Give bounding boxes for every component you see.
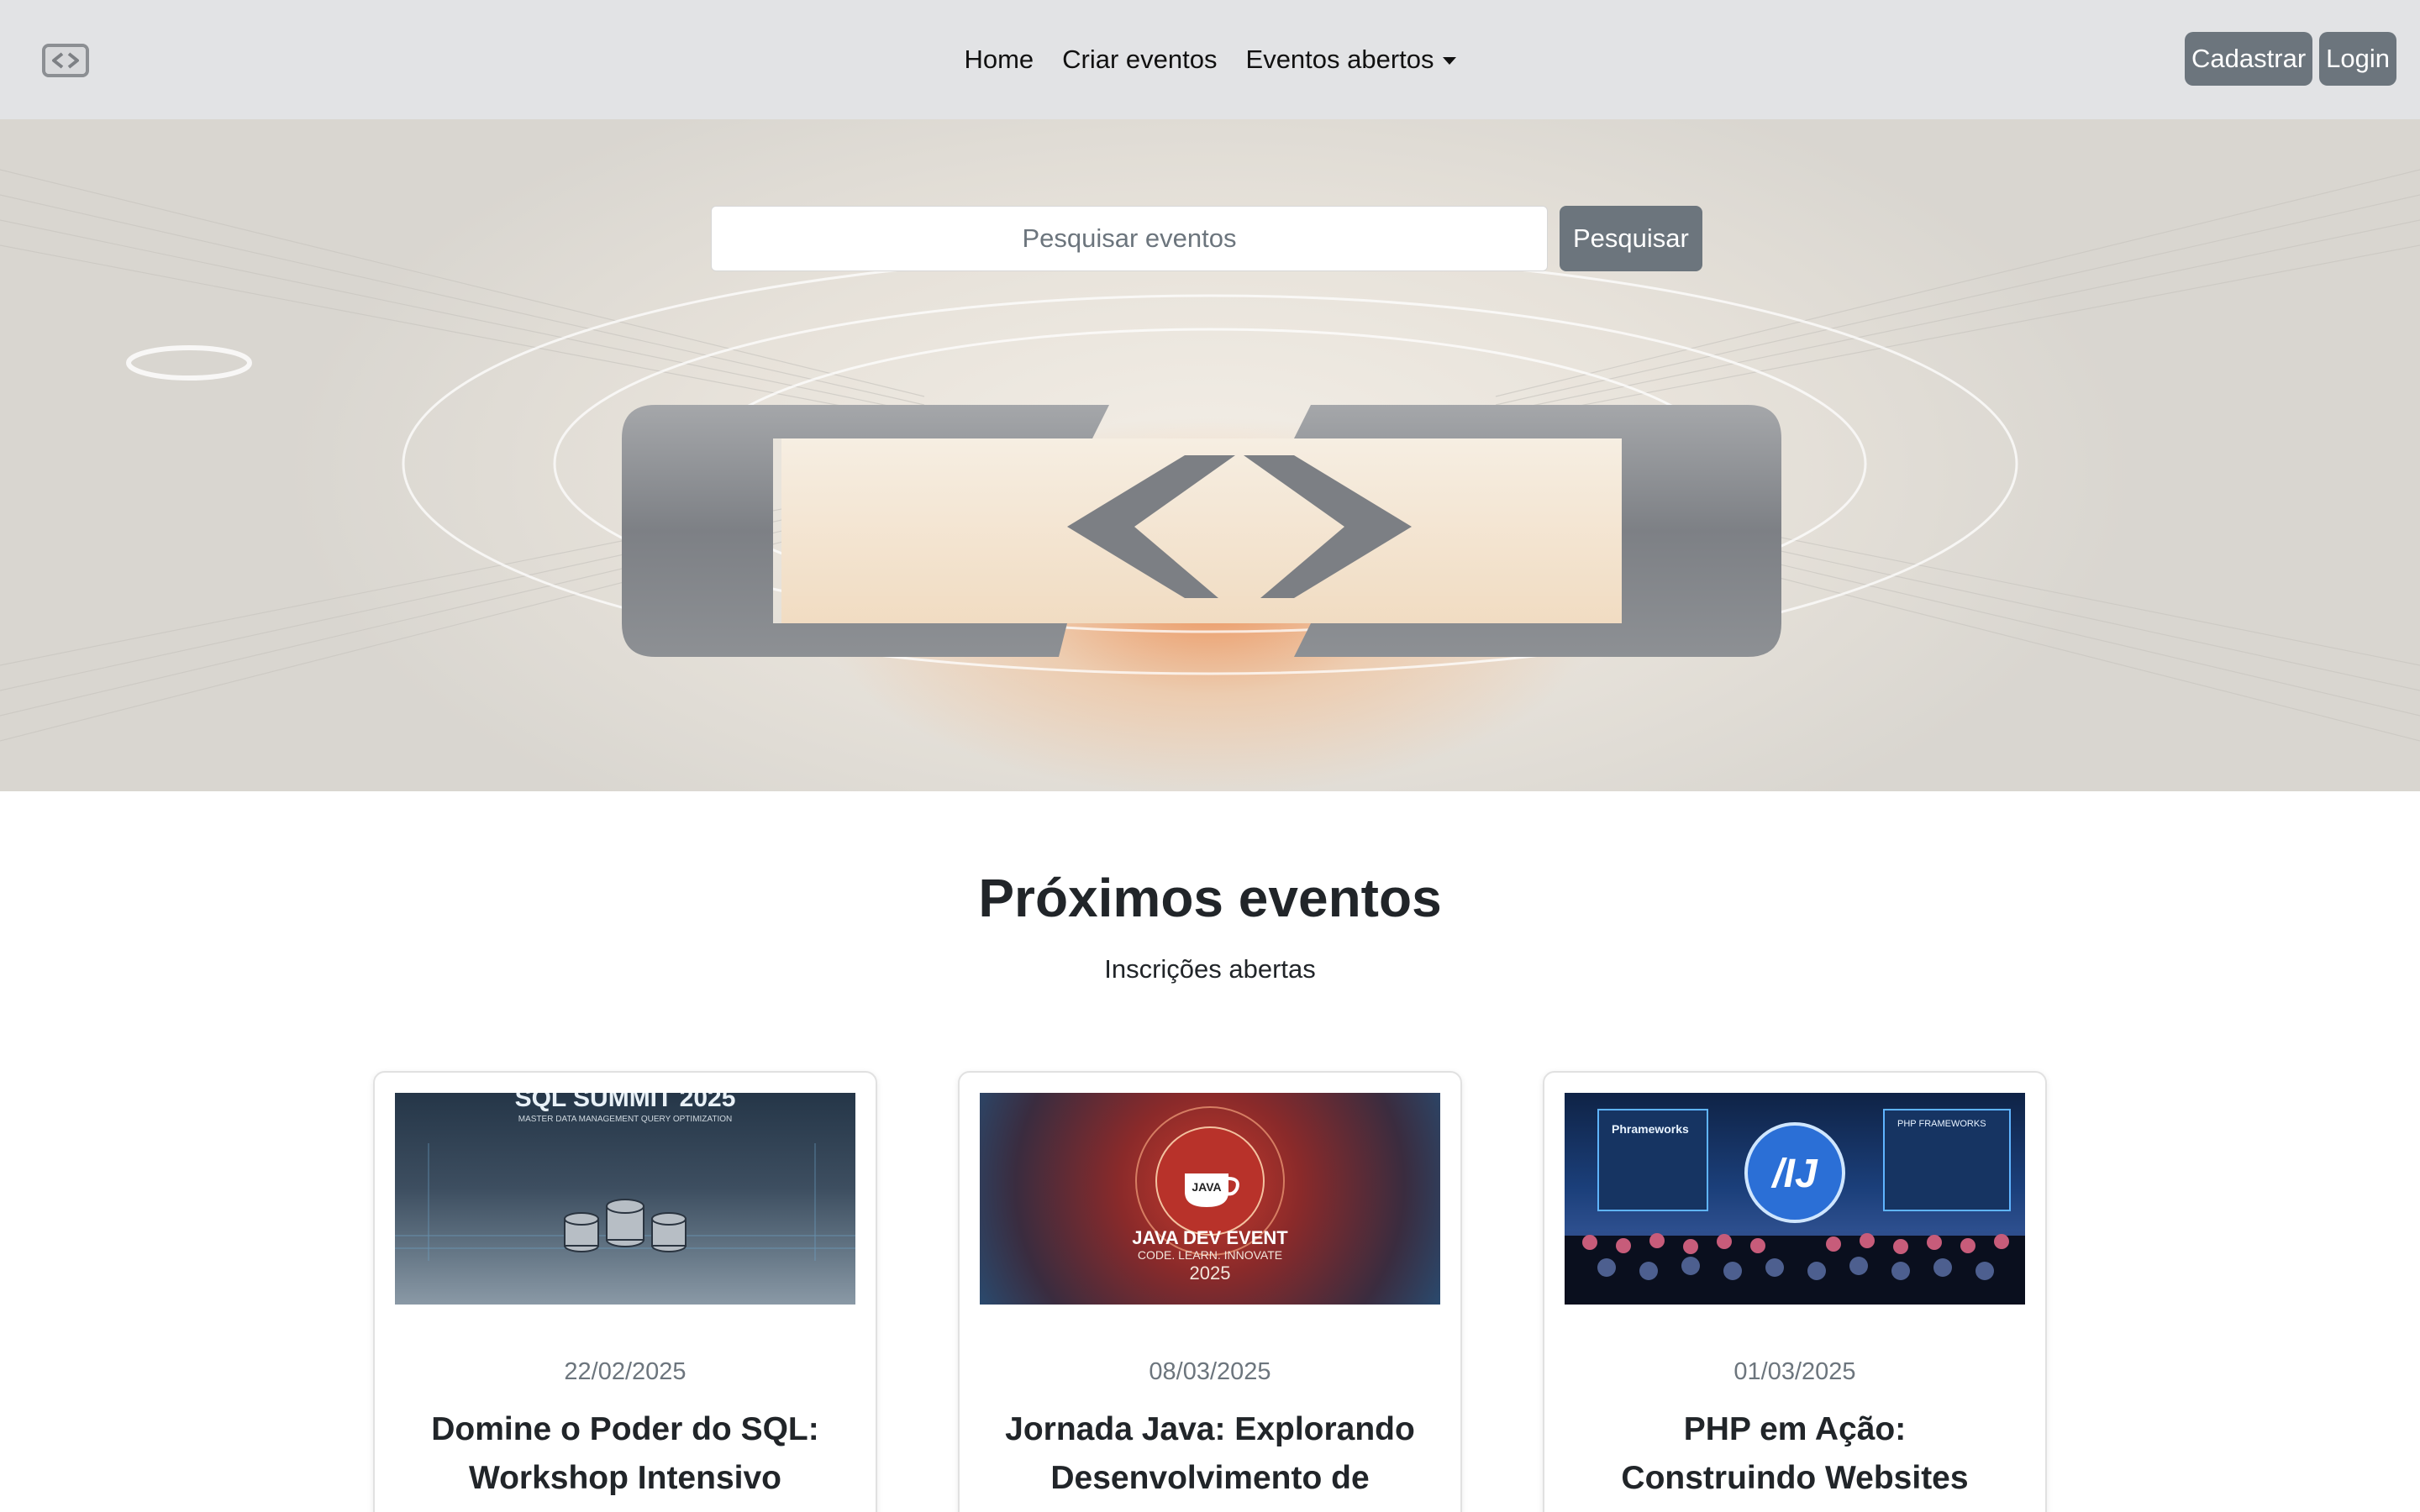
nav-create-events-link[interactable]: Criar eventos — [1062, 45, 1217, 75]
event-image-banner-text: JAVA DEV EVENT — [1132, 1227, 1288, 1248]
event-image-badge: JAVA — [1192, 1180, 1221, 1194]
main-nav: Home Criar eventos Eventos abertos — [0, 0, 2420, 119]
event-card[interactable]: JAVA JAVA DEV EVENT CODE. LEARN. INNOVAT… — [958, 1071, 1462, 1512]
event-image-tagline: CODE. LEARN. INNOVATE — [1138, 1248, 1282, 1262]
event-image: Phrameworks PHP FRAMEWORKS /IJ — [1565, 1093, 2025, 1305]
event-image-year: 2025 — [1190, 1263, 1231, 1284]
event-date: 22/02/2025 — [564, 1358, 687, 1385]
hero-banner: Pesquisar — [0, 119, 2420, 791]
auth-buttons: Cadastrar Login — [2185, 32, 2396, 86]
top-navbar: Home Criar eventos Eventos abertos Cadas… — [0, 0, 2420, 119]
event-card[interactable]: Phrameworks PHP FRAMEWORKS /IJ 01/03/202… — [1543, 1071, 2047, 1512]
event-image-banner-text: SQL SUMMIT 2025 — [515, 1093, 736, 1112]
event-date: 01/03/2025 — [1733, 1358, 1856, 1385]
login-button[interactable]: Login — [2319, 32, 2396, 86]
nav-open-events-label: Eventos abertos — [1245, 45, 1434, 74]
event-image: SQL SUMMIT 2025 MASTER DATA MANAGEMENT Q… — [395, 1093, 855, 1305]
event-image-tagline: PHP FRAMEWORKS — [1897, 1119, 1986, 1129]
event-image-tagline: MASTER DATA MANAGEMENT QUERY OPTIMIZATIO… — [518, 1115, 732, 1124]
search-button[interactable]: Pesquisar — [1560, 206, 1702, 271]
svg-text:/IJ: /IJ — [1770, 1152, 1818, 1196]
nav-open-events-dropdown[interactable]: Eventos abertos — [1246, 45, 1456, 75]
caret-down-icon — [1442, 56, 1456, 65]
code-brackets-hero-logo-icon — [622, 405, 1781, 657]
section-title: Próximos eventos — [978, 868, 1442, 928]
event-image: JAVA JAVA DEV EVENT CODE. LEARN. INNOVAT… — [980, 1093, 1440, 1305]
search-input[interactable] — [711, 206, 1548, 271]
event-title[interactable]: PHP em Ação: Construindo Websites Dinâmi… — [1586, 1405, 2003, 1512]
code-brackets-logo-icon[interactable] — [42, 44, 89, 77]
search-bar: Pesquisar — [711, 206, 1702, 271]
event-card[interactable]: SQL SUMMIT 2025 MASTER DATA MANAGEMENT Q… — [373, 1071, 877, 1512]
register-button[interactable]: Cadastrar — [2185, 32, 2313, 86]
event-title[interactable]: Jornada Java: Explorando Desenvolvimento… — [1002, 1405, 1418, 1512]
section-subtitle: Inscrições abertas — [1104, 954, 1316, 984]
event-image-banner-text: Phrameworks — [1612, 1122, 1689, 1136]
event-date: 08/03/2025 — [1149, 1358, 1271, 1385]
event-title[interactable]: Domine o Poder do SQL: Workshop Intensiv… — [417, 1405, 834, 1503]
nav-home-link[interactable]: Home — [964, 45, 1034, 75]
